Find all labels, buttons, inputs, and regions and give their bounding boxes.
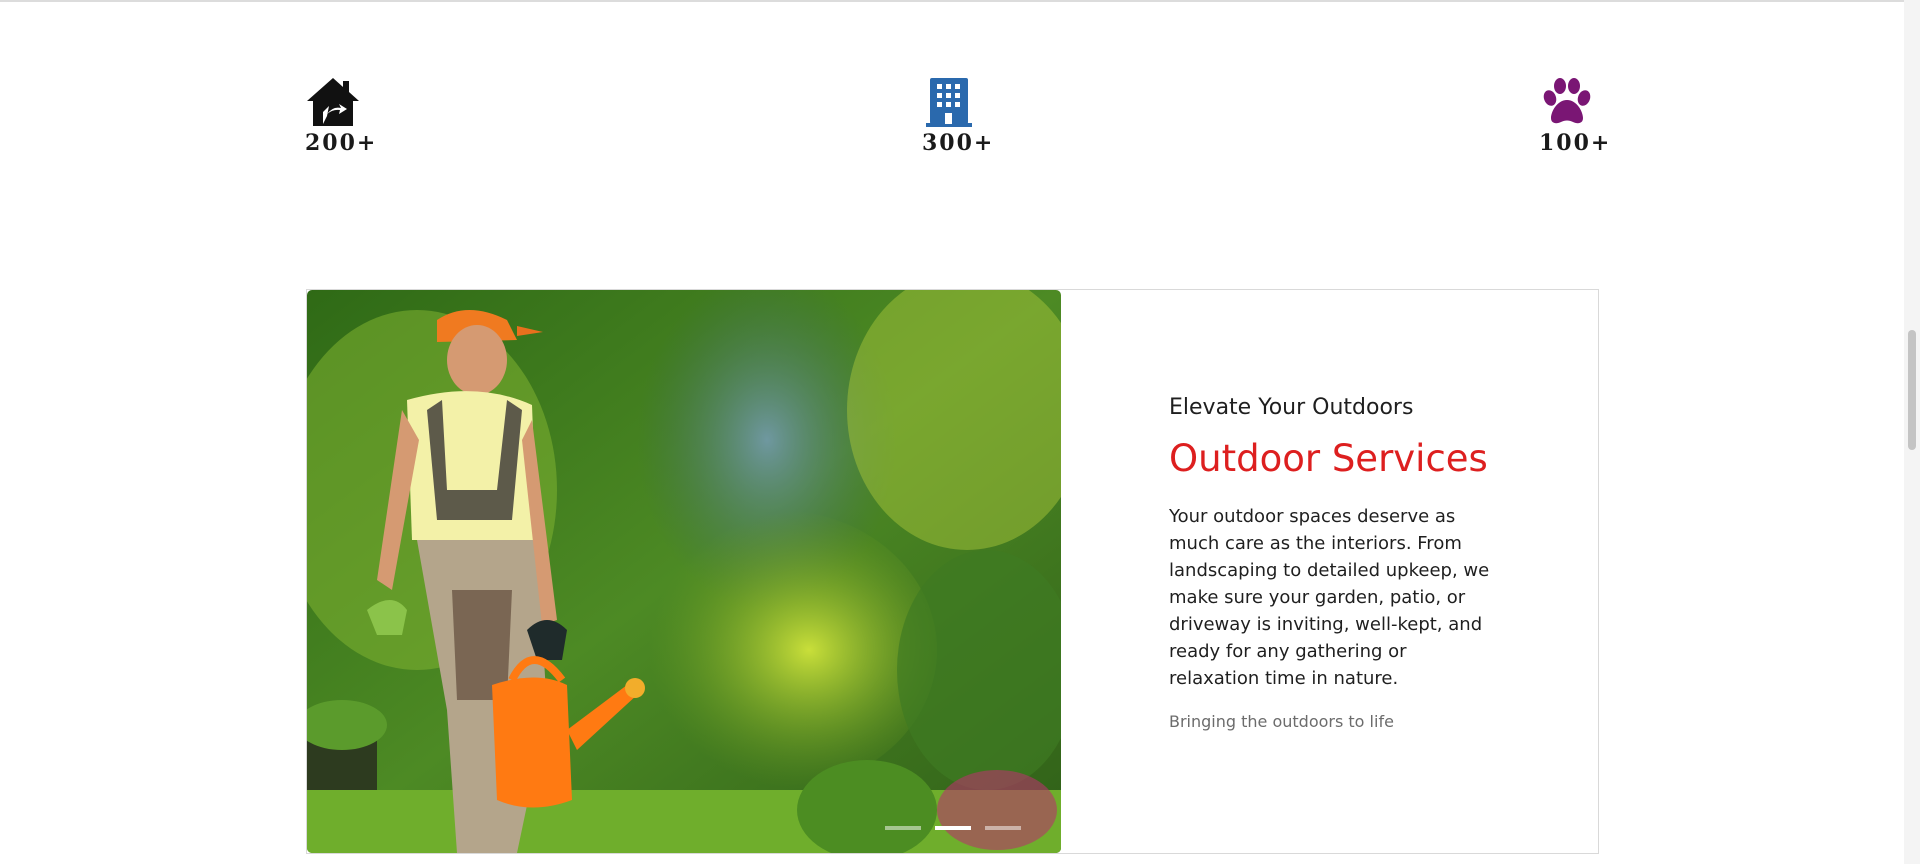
carousel-indicator-3[interactable] [985,826,1021,830]
header-divider [0,0,1904,2]
carousel-indicator-1[interactable] [885,826,921,830]
carousel-indicator-2[interactable] [935,826,971,830]
stat-count: 200+ [305,130,378,156]
stat-homes: 200+ [305,76,377,156]
page: 200+ 300+ 100+ Elevate Your Outdoors Out… [0,0,1920,864]
service-tagline: Bringing the outdoors to life [1169,711,1394,731]
carousel-image-gardener[interactable] [307,290,1061,853]
building-icon [926,78,972,127]
house-icon [307,78,359,126]
stat-pets: 100+ [1539,76,1611,156]
paw-icon [1543,78,1591,124]
service-eyebrow: Elevate Your Outdoors [1169,395,1414,420]
page-scrollbar[interactable] [1904,0,1920,864]
service-description: Your outdoor spaces deserve as much care… [1169,505,1490,689]
stat-count: 300+ [922,130,995,156]
carousel-indicators [885,826,1021,830]
scrollbar-thumb[interactable] [1908,330,1916,450]
service-content: Elevate Your Outdoors Outdoor Services Y… [1169,394,1499,731]
service-card: Elevate Your Outdoors Outdoor Services Y… [306,289,1599,854]
stat-count: 100+ [1539,130,1612,156]
service-title: Outdoor Services [1169,436,1488,480]
stat-buildings: 300+ [922,76,994,156]
gardener-photo [307,290,1061,853]
